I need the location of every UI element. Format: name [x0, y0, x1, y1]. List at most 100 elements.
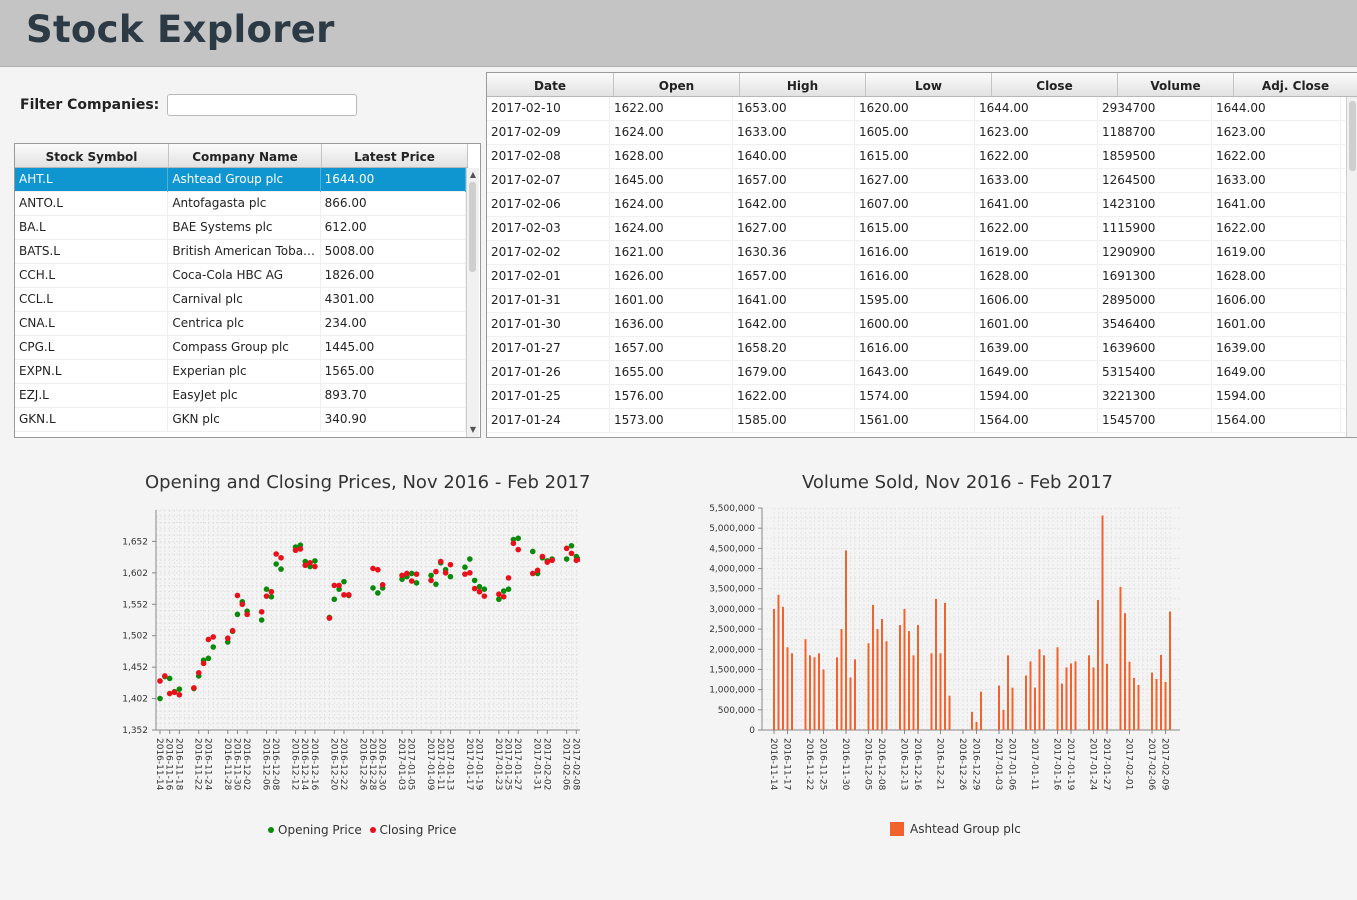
column-header-open[interactable]: Open — [614, 73, 740, 96]
column-header-volume[interactable]: Volume — [1118, 73, 1234, 96]
table-cell: 1639.00 — [1212, 337, 1341, 361]
volume-bar — [1097, 599, 1099, 730]
column-header-latest-price[interactable]: Latest Price — [322, 144, 468, 167]
table-row[interactable]: 2017-01-25 1576.00 1622.00 1574.00 1594.00 32… — [487, 385, 1345, 409]
table-row[interactable]: BA.L BAE Systems plc 612.00 — [15, 216, 466, 240]
data-point — [500, 588, 507, 594]
volume-bar — [1011, 687, 1014, 730]
table-row[interactable]: CCH.L Coca-Cola HBC AG 1826.00 — [15, 264, 466, 288]
table-row[interactable]: BATS.LBritish American Tobacco ...5008.0… — [15, 240, 466, 264]
table-cell: 2895000 — [1098, 289, 1212, 313]
data-point — [263, 593, 270, 599]
data-point — [447, 561, 454, 568]
column-header-stock-symbol[interactable]: Stock Symbol — [15, 144, 169, 167]
x-tick-label: 2016-12-13 — [899, 738, 909, 790]
x-tick-label: 2017-01-27 — [1101, 738, 1111, 790]
x-tick-label: 2016-11-14 — [768, 738, 778, 791]
table-row[interactable]: 2017-02-02 1621.00 1630.36 1616.00 1619.00 12… — [487, 241, 1345, 265]
column-header-close[interactable]: Close — [992, 73, 1118, 96]
table-cell: 1642.00 — [733, 193, 855, 217]
table-row[interactable]: CPG.L Compass Group plc 1445.00 — [15, 336, 466, 360]
table-cell: 2017-01-30 — [487, 313, 610, 337]
data-point — [273, 551, 279, 557]
data-point — [481, 593, 488, 599]
y-tick-label: 3,000,000 — [709, 605, 755, 615]
table-row[interactable]: AHT.L Ashtead Group plc 1644.00 — [15, 168, 466, 192]
volume-bar — [1151, 672, 1153, 730]
table-row[interactable]: EXPN.L Experian plc 1565.00 — [15, 360, 466, 384]
table-row[interactable]: 2017-02-03 1624.00 1627.00 1615.00 1622.00 11… — [487, 217, 1345, 241]
data-point — [467, 570, 473, 576]
table-row[interactable]: ANTO.L Antofagasta plc 866.00 — [15, 192, 466, 216]
volume-bar — [1061, 683, 1063, 730]
companies-scrollbar-thumb[interactable] — [469, 182, 476, 272]
volume-bar — [867, 643, 870, 730]
table-row[interactable]: 2017-02-06 1624.00 1642.00 1607.00 1641.00 14… — [487, 193, 1345, 217]
x-tick-label: 2017-01-03 — [396, 738, 406, 790]
volume-bar — [1070, 663, 1072, 730]
prices-table[interactable]: Date Open High Low Close Volume Adj. Clo… — [486, 72, 1357, 438]
table-cell: 5315400 — [1098, 361, 1212, 385]
table-cell: EasyJet plc — [168, 384, 321, 408]
table-row[interactable]: CNA.L Centrica plc 234.00 — [15, 312, 466, 336]
table-cell: 1657.00 — [733, 169, 855, 193]
table-row[interactable]: 2017-02-10 1622.00 1653.00 1620.00 1644.00 29… — [487, 97, 1345, 121]
data-point — [341, 592, 347, 598]
y-tick-label: 4,000,000 — [709, 565, 755, 575]
table-cell: 1621.00 — [610, 241, 733, 265]
scroll-down-arrow-icon[interactable]: ▼ — [467, 425, 479, 435]
volume-bar — [1043, 655, 1045, 730]
table-row[interactable]: 2017-01-24 1573.00 1585.00 1561.00 1564.00 15… — [487, 409, 1345, 433]
volume-bar — [1101, 515, 1104, 730]
prices-scrollbar-thumb[interactable] — [1349, 101, 1356, 171]
table-row[interactable]: EZJ.L EasyJet plc 893.70 — [15, 384, 466, 408]
table-cell: Centrica plc — [168, 312, 321, 336]
column-header-adj-close[interactable]: Adj. Close — [1234, 73, 1357, 96]
data-point — [505, 586, 512, 592]
table-row[interactable]: 2017-02-09 1624.00 1633.00 1605.00 1623.00 11… — [487, 121, 1345, 145]
table-row[interactable]: 2017-02-08 1628.00 1640.00 1615.00 1622.00 18… — [487, 145, 1345, 169]
y-tick-label: 1,402 — [122, 695, 148, 705]
column-header-low[interactable]: Low — [866, 73, 992, 96]
table-row[interactable]: 2017-01-27 1657.00 1658.20 1616.00 1639.00 16… — [487, 337, 1345, 361]
volume-bar — [876, 629, 879, 730]
scroll-up-arrow-icon[interactable]: ▲ — [467, 170, 479, 180]
x-tick-label: 2016-12-08 — [270, 738, 280, 791]
table-cell: EZJ.L — [15, 384, 169, 408]
table-cell: 2017-02-06 — [487, 193, 610, 217]
column-header-company-name[interactable]: Company Name — [169, 144, 322, 167]
volume-bar — [980, 691, 982, 730]
data-point — [370, 585, 376, 591]
table-cell: CCH.L — [15, 264, 169, 288]
table-cell: 1605.00 — [855, 121, 975, 145]
data-point — [239, 601, 246, 608]
table-row[interactable]: 2017-01-31 1601.00 1641.00 1595.00 1606.00 28… — [487, 289, 1345, 313]
prices-vertical-scrollbar[interactable] — [1346, 97, 1357, 437]
x-tick-label: 2016-12-21 — [935, 738, 945, 790]
y-tick-label: 1,552 — [122, 600, 148, 610]
companies-table[interactable]: Stock Symbol Company Name Latest Price A… — [14, 143, 481, 438]
data-point — [437, 558, 444, 565]
x-tick-label: 2017-01-11 — [1029, 738, 1039, 790]
volume-bar — [903, 608, 906, 730]
table-row[interactable]: 2017-01-30 1636.00 1642.00 1600.00 1601.00 35… — [487, 313, 1345, 337]
column-header-high[interactable]: High — [740, 73, 866, 96]
volume-bar — [912, 655, 915, 730]
table-row[interactable]: GKN.L GKN plc 340.90 — [15, 408, 466, 432]
data-point — [563, 556, 570, 562]
table-row[interactable]: CCL.L Carnival plc 4301.00 — [15, 288, 466, 312]
data-point — [476, 588, 483, 595]
table-cell: 2017-01-25 — [487, 385, 610, 409]
table-row[interactable]: 2017-02-01 1626.00 1657.00 1616.00 1628.00 16… — [487, 265, 1345, 289]
filter-companies-input[interactable] — [167, 94, 357, 116]
table-cell: 1633.00 — [975, 169, 1098, 193]
column-header-date[interactable]: Date — [487, 73, 614, 96]
companies-vertical-scrollbar[interactable]: ▲ ▼ — [466, 168, 479, 437]
table-row[interactable]: 2017-02-07 1645.00 1657.00 1627.00 1633.00 12… — [487, 169, 1345, 193]
x-tick-label: 2017-01-19 — [1065, 738, 1075, 791]
x-tick-label: 2016-12-06 — [261, 738, 271, 791]
y-tick-label: 2,500,000 — [709, 625, 755, 635]
data-point — [176, 692, 183, 698]
y-tick-label: 500,000 — [718, 706, 755, 716]
table-row[interactable]: 2017-01-26 1655.00 1679.00 1643.00 1649.00 53… — [487, 361, 1345, 385]
